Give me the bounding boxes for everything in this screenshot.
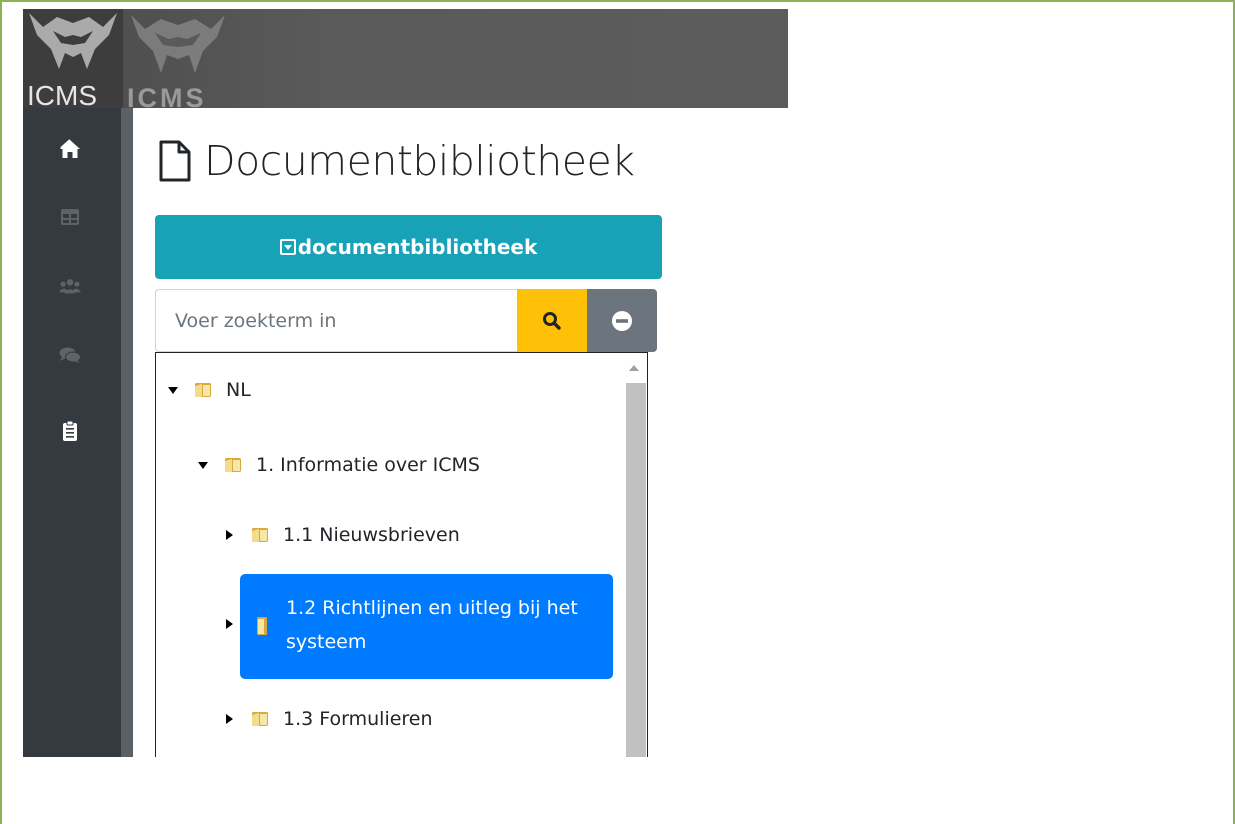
documentbibliotheek-toggle-button[interactable]: documentbibliotheek xyxy=(155,215,662,279)
expand-toggle-icon[interactable] xyxy=(198,461,208,469)
users-icon[interactable] xyxy=(59,275,81,297)
library-button-label: documentbibliotheek xyxy=(297,235,538,259)
folder-icon xyxy=(256,616,268,636)
tree-node-nieuwsbrieven[interactable]: 1.1 Nieuwsbrieven xyxy=(226,524,460,546)
caret-square-down-icon xyxy=(279,239,296,255)
collapse-toggle-icon[interactable] xyxy=(226,619,233,629)
tree-node-label: 1. Informatie over ICMS xyxy=(256,454,480,476)
tree-node-richtlijnen-toggle[interactable] xyxy=(226,619,233,629)
sidebar-gutter xyxy=(121,108,133,757)
clear-search-button[interactable] xyxy=(587,289,657,352)
folder-icon xyxy=(251,710,269,728)
minus-circle-icon xyxy=(612,310,632,331)
page-title: Documentbibliotheek xyxy=(158,131,635,191)
tree-scrollbar[interactable] xyxy=(621,353,647,757)
folder-icon xyxy=(224,456,242,474)
chat-icon[interactable] xyxy=(59,344,81,366)
collapse-toggle-icon[interactable] xyxy=(226,714,233,724)
scrollbar-thumb[interactable] xyxy=(626,383,646,757)
tree-node-informatie[interactable]: 1. Informatie over ICMS xyxy=(198,454,480,476)
tree-node-formulieren[interactable]: 1.3 Formulieren xyxy=(226,708,433,730)
sidebar-nav xyxy=(23,108,121,757)
tree-node-label: 1.1 Nieuwsbrieven xyxy=(283,524,460,546)
grid-icon[interactable] xyxy=(59,206,81,228)
search-button[interactable] xyxy=(517,289,587,352)
viper-emblem-icon xyxy=(29,13,117,69)
app-window: ICMS ICMS Documentbibliotheek documentbi… xyxy=(23,9,788,757)
search-input[interactable] xyxy=(155,289,517,352)
page-title-text: Documentbibliotheek xyxy=(204,137,635,185)
expand-toggle-icon[interactable] xyxy=(168,386,178,394)
tree-node-label: 1.3 Formulieren xyxy=(283,708,433,730)
brand-logo-secondary: ICMS xyxy=(123,9,233,113)
collapse-toggle-icon[interactable] xyxy=(226,530,233,540)
clipboard-icon[interactable] xyxy=(59,420,81,442)
tree-node-nl[interactable]: NL xyxy=(168,379,251,401)
document-icon xyxy=(159,140,191,182)
search-icon xyxy=(543,311,561,330)
tree-node-label: NL xyxy=(226,379,251,401)
scroll-up-arrow-icon[interactable] xyxy=(629,365,639,371)
document-tree: NL 1. Informatie over ICMS 1.1 Nieuwsbri… xyxy=(155,352,648,757)
tree-node-label: 1.2 Richtlijnen en uitleg bij het systee… xyxy=(286,597,578,653)
brand-logo-primary[interactable]: ICMS xyxy=(23,9,123,111)
tree-node-richtlijnen[interactable]: 1.2 Richtlijnen en uitleg bij het systee… xyxy=(240,574,613,679)
main-content: Documentbibliotheek documentbibliotheek xyxy=(133,108,788,757)
home-icon[interactable] xyxy=(59,138,81,160)
viper-emblem-faded-icon xyxy=(131,15,225,73)
top-bar: ICMS ICMS xyxy=(23,9,788,113)
folder-icon xyxy=(194,381,212,399)
folder-icon xyxy=(251,526,269,544)
